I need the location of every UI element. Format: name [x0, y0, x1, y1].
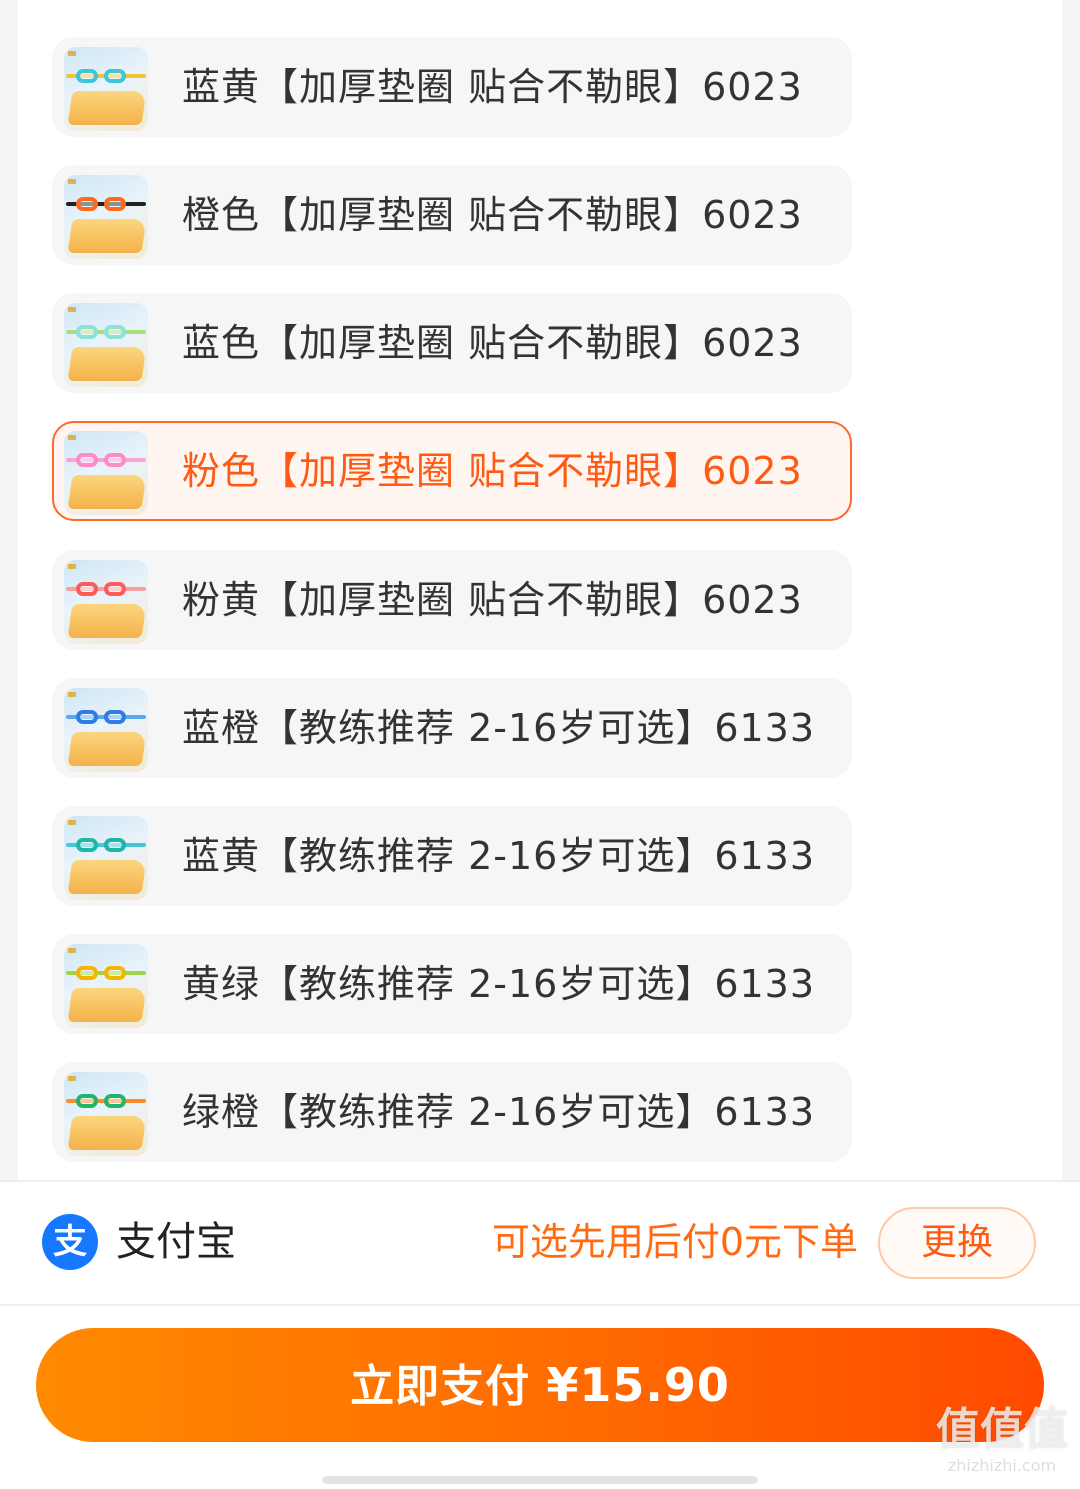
goggles-thumbnail-icon: [64, 688, 148, 772]
alipay-icon: 支: [42, 1214, 98, 1270]
sku-option-label: 蓝橙【教练推荐 2-16岁可选】6133: [182, 706, 816, 750]
goggles-thumbnail-icon: [64, 47, 148, 131]
payment-method-name: 支付宝: [116, 1219, 236, 1265]
pay-total-price: ¥15.90: [546, 1358, 730, 1412]
sku-option[interactable]: 蓝色【加厚垫圈 贴合不勒眼】6023: [52, 293, 852, 393]
goggles-thumbnail-icon: [64, 944, 148, 1028]
goggles-thumbnail-icon: [64, 816, 148, 900]
sku-option-label: 橙色【加厚垫圈 贴合不勒眼】6023: [182, 193, 803, 237]
watermark: 值值值 zhizhizhi.com: [928, 1404, 1076, 1484]
pay-now-button[interactable]: 立即支付 ¥15.90: [36, 1328, 1044, 1442]
home-indicator: [322, 1476, 758, 1484]
page-side-background-right: [1062, 0, 1080, 1180]
sku-option[interactable]: 蓝黄【加厚垫圈 贴合不勒眼】6023: [52, 37, 852, 137]
sku-option-label: 蓝黄【教练推荐 2-16岁可选】6133: [182, 834, 816, 878]
divider: [0, 1304, 1080, 1306]
sku-option-label: 绿橙【教练推荐 2-16岁可选】6133: [182, 1090, 816, 1134]
sku-option[interactable]: 橙色【加厚垫圈 贴合不勒眼】6023: [52, 165, 852, 265]
goggles-thumbnail-icon: [64, 1072, 148, 1156]
sku-option-label: 粉黄【加厚垫圈 贴合不勒眼】6023: [182, 578, 803, 622]
page-side-background-left: [0, 0, 18, 1180]
sku-option[interactable]: 蓝黄【教练推荐 2-16岁可选】6133: [52, 806, 852, 906]
watermark-url: zhizhizhi.com: [947, 1456, 1057, 1475]
sku-option-label: 蓝黄【加厚垫圈 贴合不勒眼】6023: [182, 65, 803, 109]
sku-option[interactable]: 粉黄【加厚垫圈 贴合不勒眼】6023: [52, 550, 852, 650]
sku-option[interactable]: 粉色【加厚垫圈 贴合不勒眼】6023: [52, 421, 852, 521]
sku-option-label: 蓝色【加厚垫圈 贴合不勒眼】6023: [182, 321, 803, 365]
goggles-thumbnail-icon: [64, 560, 148, 644]
sku-option-label: 粉色【加厚垫圈 贴合不勒眼】6023: [182, 449, 803, 493]
pay-now-label: 立即支付: [350, 1361, 547, 1412]
sku-option[interactable]: 黄绿【教练推荐 2-16岁可选】6133: [52, 934, 852, 1034]
payment-method-row[interactable]: 支 支付宝 可选先用后付0元下单 更换: [0, 1182, 1080, 1304]
sku-option-label: 黄绿【教练推荐 2-16岁可选】6133: [182, 962, 816, 1006]
sku-option[interactable]: 蓝橙【教练推荐 2-16岁可选】6133: [52, 678, 852, 778]
goggles-thumbnail-icon: [64, 431, 148, 515]
goggles-thumbnail-icon: [64, 303, 148, 387]
change-payment-button[interactable]: 更换: [878, 1207, 1036, 1279]
watermark-logo-text: 值值值: [936, 1404, 1068, 1455]
goggles-thumbnail-icon: [64, 175, 148, 259]
pay-later-promo-text: 可选先用后付0元下单: [491, 1220, 858, 1264]
sku-option[interactable]: 绿橙【教练推荐 2-16岁可选】6133: [52, 1062, 852, 1162]
